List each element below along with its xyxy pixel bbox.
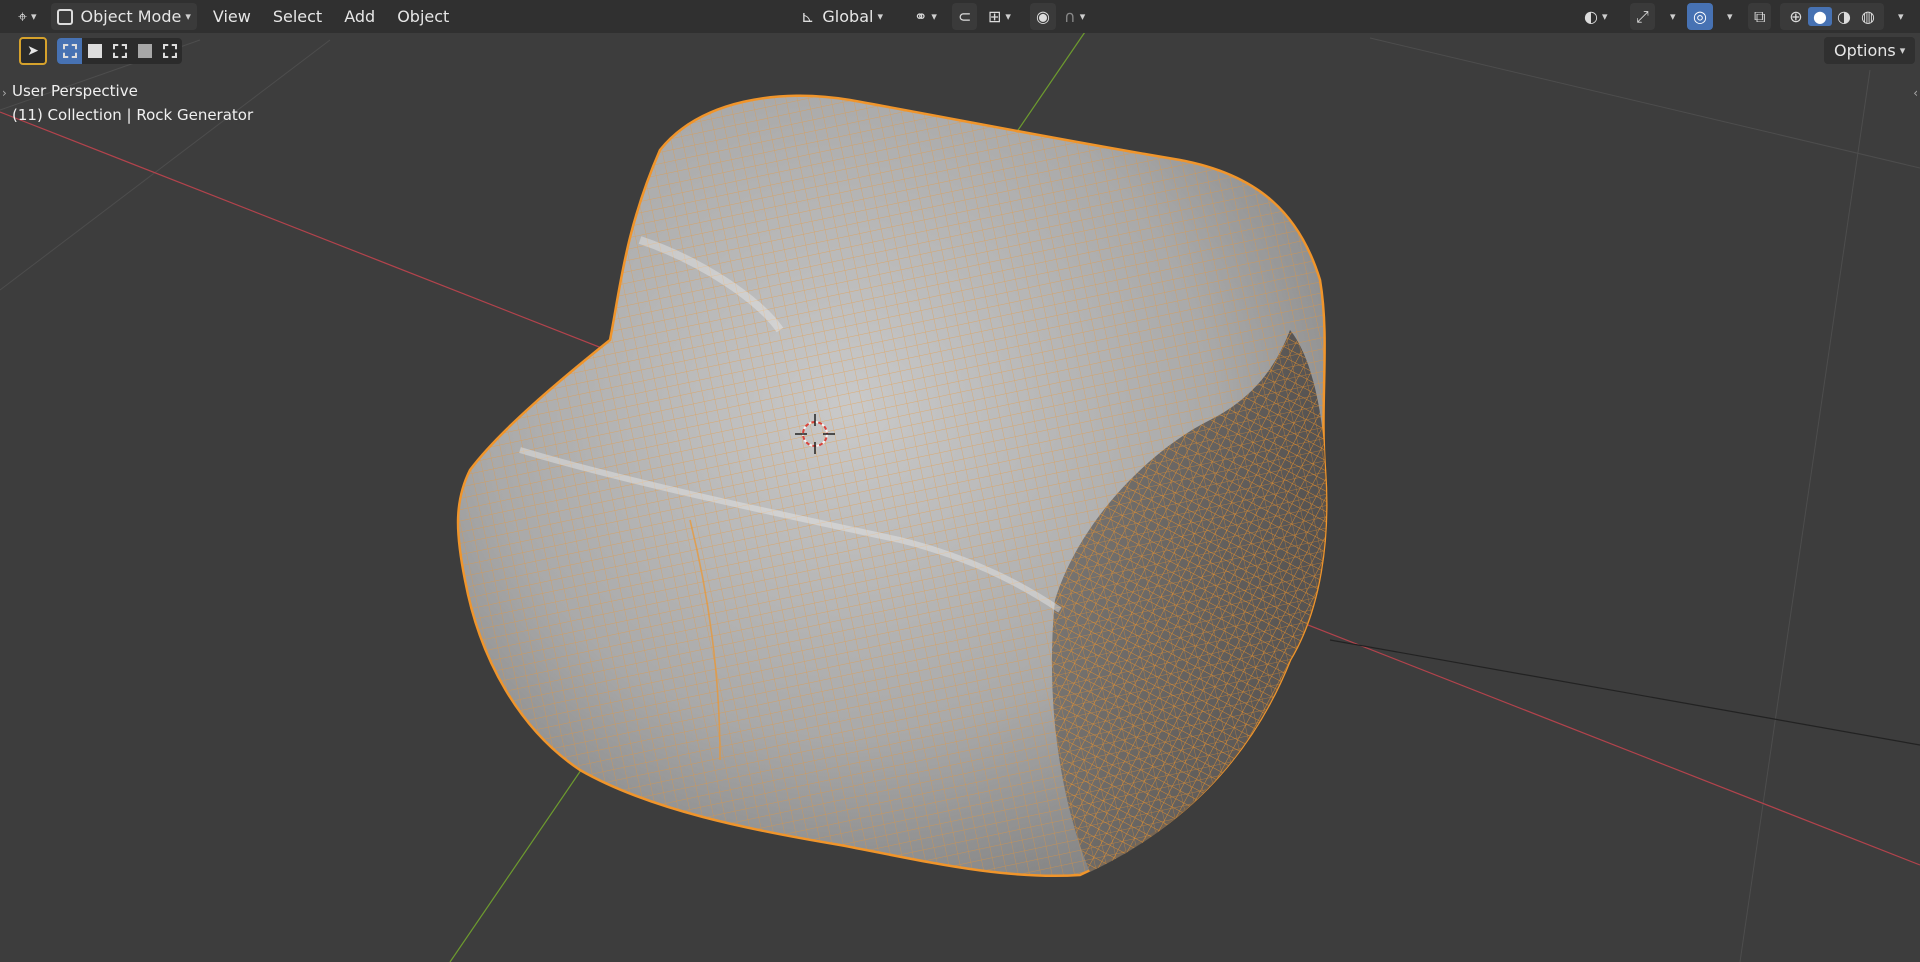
- snap-icon: ⊂: [958, 7, 972, 26]
- shading-dropdown[interactable]: ▾: [1888, 3, 1910, 30]
- rendered-shading-icon[interactable]: ◍: [1856, 7, 1880, 26]
- options-dropdown[interactable]: Options ▾: [1824, 37, 1916, 64]
- visibility-eye-icon: ◐: [1584, 7, 1598, 26]
- select-new-icon: [62, 44, 77, 58]
- select-extend-icon: [87, 44, 102, 58]
- overlay-dropdown[interactable]: ▾: [1717, 3, 1739, 30]
- gizmo-toggle[interactable]: ⤢: [1630, 3, 1655, 30]
- overlay-icon: ◎: [1693, 7, 1707, 26]
- select-subtract-icon: [112, 44, 127, 58]
- solid-shading-icon[interactable]: ●: [1808, 7, 1832, 26]
- rock-mesh[interactable]: [456, 94, 1328, 878]
- material-shading-icon[interactable]: ◑: [1832, 7, 1856, 26]
- select-mode-invert[interactable]: [132, 38, 157, 64]
- 3d-viewport[interactable]: [0, 0, 1920, 962]
- viewport-info-overlay: User Perspective (11) Collection | Rock …: [12, 79, 253, 127]
- chevron-down-icon: ▾: [1005, 10, 1011, 23]
- select-mode-extend[interactable]: [82, 38, 107, 64]
- orientation-icon: ⊾: [801, 7, 815, 26]
- options-label: Options: [1834, 41, 1896, 60]
- select-intersect-icon: [162, 44, 177, 58]
- menu-add[interactable]: Add: [338, 3, 381, 30]
- visibility-dropdown[interactable]: ◐ ▾: [1578, 3, 1614, 30]
- menu-select[interactable]: Select: [267, 3, 328, 30]
- shading-modes: ⊕ ● ◑ ◍: [1780, 3, 1884, 30]
- pivot-point-dropdown[interactable]: ⚭ ▾: [908, 3, 943, 30]
- chevron-down-icon: ▾: [931, 10, 937, 23]
- mode-selector[interactable]: Object Mode ▾: [50, 3, 197, 30]
- gizmo-dropdown[interactable]: ▾: [1660, 3, 1682, 30]
- gizmo-icon: ⤢: [1636, 6, 1649, 26]
- falloff-curve-icon: ∩: [1064, 7, 1076, 26]
- viewport-canvas[interactable]: [0, 0, 1920, 962]
- orientation-label: Global: [822, 7, 874, 26]
- chevron-down-icon: ▾: [1601, 10, 1608, 23]
- pivot-icon: ⚭: [914, 7, 928, 26]
- chevron-down-icon: ▾: [31, 10, 37, 23]
- black-line: [1329, 639, 1920, 746]
- xray-toggle[interactable]: ⧉: [1748, 3, 1772, 30]
- chevron-down-icon: ▾: [877, 10, 883, 23]
- chevron-down-icon: ▾: [185, 10, 191, 23]
- proportional-edit-toggle[interactable]: ◉: [1030, 3, 1056, 30]
- xray-icon: ⧉: [1754, 6, 1766, 26]
- object-mode-icon: [56, 8, 73, 25]
- menu-object[interactable]: Object: [391, 3, 455, 30]
- select-tool-button[interactable]: ➤: [19, 37, 47, 65]
- chevron-down-icon: ▾: [1670, 10, 1676, 23]
- select-mode-subtract[interactable]: [107, 38, 132, 64]
- cursor-select-icon: ➤: [27, 43, 39, 59]
- chevron-down-icon: ▾: [1898, 10, 1904, 23]
- proportional-edit-icon: ◉: [1036, 7, 1050, 26]
- snap-increment-icon: ⊞: [988, 7, 1002, 26]
- perspective-label: User Perspective: [12, 82, 138, 100]
- select-mode-new[interactable]: [57, 38, 82, 64]
- select-mode-intersect[interactable]: [157, 38, 182, 64]
- selection-mode-group: [57, 38, 182, 64]
- snap-toggle[interactable]: ⊂: [952, 3, 978, 30]
- toolbar-expand-arrow-icon[interactable]: ›: [2, 86, 7, 100]
- mode-label: Object Mode: [80, 7, 182, 26]
- sidebar-expand-arrow-icon[interactable]: ‹: [1913, 86, 1918, 100]
- snap-target-dropdown[interactable]: ⊞ ▾: [982, 3, 1017, 30]
- transform-orientation-dropdown[interactable]: ⊾ Global ▾: [795, 3, 889, 30]
- chevron-down-icon: ▾: [1899, 44, 1906, 57]
- chevron-down-icon: ▾: [1727, 10, 1733, 23]
- select-invert-icon: [137, 44, 152, 58]
- view3d-icon: ⌖: [18, 6, 28, 26]
- menu-view[interactable]: View: [207, 3, 257, 30]
- chevron-down-icon: ▾: [1079, 10, 1086, 23]
- tool-settings-row: ➤ Options ▾: [0, 36, 1920, 66]
- falloff-dropdown[interactable]: ∩ ▾: [1058, 3, 1091, 30]
- viewport-header: ⌖ ▾ Object Mode ▾ View Select Add Object …: [0, 0, 1920, 33]
- wireframe-shading-icon[interactable]: ⊕: [1784, 7, 1808, 26]
- editor-type-button[interactable]: ⌖ ▾: [12, 3, 43, 30]
- overlay-toggle[interactable]: ◎: [1687, 3, 1713, 30]
- object-info-label: (11) Collection | Rock Generator: [12, 106, 254, 124]
